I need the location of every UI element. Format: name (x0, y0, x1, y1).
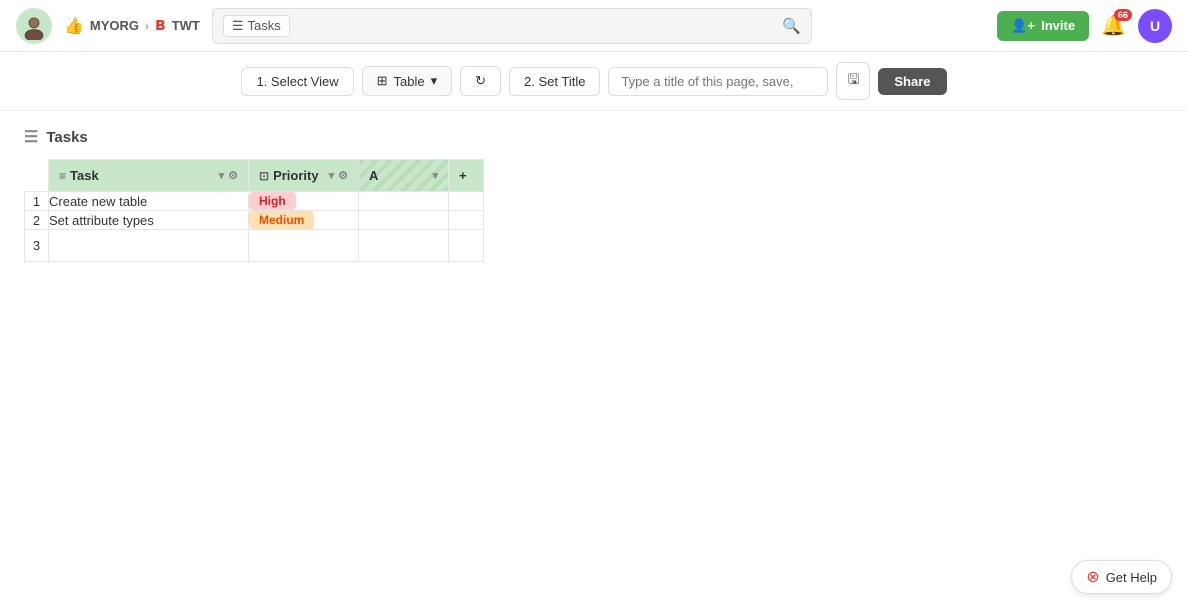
invite-button[interactable]: 👤+ Invite (997, 11, 1089, 41)
org-name[interactable]: MYORG (90, 18, 139, 33)
toolbar: 1. Select View ⊞ Table ▾ ↻ 2. Set Title … (0, 52, 1188, 111)
table-dropdown-icon: ▾ (431, 73, 438, 89)
a-col-arrow: ▾ (432, 169, 438, 182)
org-breadcrumb: 👍 MYORG › 𝗕 TWT (64, 16, 200, 36)
get-help-label: Get Help (1106, 570, 1157, 585)
help-icon: ⊗ (1086, 567, 1099, 587)
extra-cell-1 (449, 192, 484, 211)
task-text-2: Set attribute types (49, 213, 154, 228)
table-row: 1 Create new table High (25, 192, 484, 211)
search-input[interactable] (298, 18, 774, 33)
search-icon[interactable]: 🔍 (782, 17, 801, 35)
task-col-arrow: ▾ (219, 169, 225, 182)
data-table: ≡ Task ▾ ⚙ ⊡ Priority ▾ ⚙ (24, 159, 484, 262)
task-cell-3[interactable] (49, 230, 249, 262)
priority-col-arrow: ▾ (329, 169, 335, 182)
extra-cell-3 (449, 230, 484, 262)
save-button[interactable]: 🖫 (836, 62, 870, 100)
title-input[interactable] (608, 67, 828, 96)
col-task-label: Task (70, 168, 99, 183)
user-avatar[interactable]: U (1138, 9, 1172, 43)
row-number-3: 3 (25, 230, 49, 262)
a-cell-2[interactable] (359, 211, 449, 230)
list-icon: ☰ (24, 127, 38, 147)
redo-button[interactable]: ↻ (460, 66, 501, 96)
task-col-icon: ≡ (59, 169, 66, 183)
table-grid-icon: ⊞ (377, 73, 388, 89)
table-label: Table (394, 74, 425, 89)
task-cell-2[interactable]: Set attribute types (49, 211, 249, 230)
col-header-priority[interactable]: ⊡ Priority ▾ ⚙ (249, 160, 359, 192)
set-title-label-button[interactable]: 2. Set Title (509, 67, 600, 96)
invite-icon: 👤+ (1011, 18, 1035, 34)
save-icon: 🖫 (847, 71, 859, 87)
a-cell-1[interactable] (359, 192, 449, 211)
priority-badge-1: High (249, 192, 296, 210)
table-title-text: Tasks (46, 129, 87, 146)
task-text-1: Create new table (49, 194, 147, 209)
select-view-button[interactable]: 1. Select View (241, 67, 353, 96)
search-badge-label: Tasks (248, 18, 281, 33)
project-name[interactable]: TWT (172, 18, 200, 33)
share-button[interactable]: Share (878, 68, 946, 95)
notification-button[interactable]: 🔔 66 (1101, 13, 1126, 38)
task-col-settings-icon: ⚙ (228, 169, 238, 182)
row-number-2: 2 (25, 211, 49, 230)
a-cell-3[interactable] (359, 230, 449, 262)
priority-cell-3[interactable] (249, 230, 359, 262)
invite-label: Invite (1041, 18, 1075, 33)
table-section-title: ☰ Tasks (24, 127, 1164, 147)
task-cell-1[interactable]: Create new table (49, 192, 249, 211)
priority-cell-2[interactable]: Medium (249, 211, 359, 230)
add-column-button[interactable]: + (449, 160, 484, 192)
toolbar-table-group: ⊞ Table ▾ (362, 66, 453, 96)
set-title-label: 2. Set Title (524, 74, 585, 89)
col-header-a[interactable]: A ▾ (359, 160, 449, 192)
row-number-1: 1 (25, 192, 49, 211)
nav-right-actions: 👤+ Invite 🔔 66 U (997, 9, 1172, 43)
col-priority-label: Priority (273, 168, 319, 183)
main-content: ☰ Tasks ≡ Task ▾ ⚙ ⊡ Priority (0, 111, 1188, 278)
search-table-icon: ☰ (232, 18, 244, 34)
search-context-badge: ☰ Tasks (223, 15, 290, 37)
priority-col-icon: ⊡ (259, 169, 269, 183)
breadcrumb-arrow: › (145, 19, 149, 33)
table-view-button[interactable]: ⊞ Table ▾ (362, 66, 453, 96)
search-bar[interactable]: ☰ Tasks 🔍 (212, 8, 812, 44)
share-label: Share (894, 74, 930, 89)
col-a-label: A (369, 168, 378, 183)
avatar[interactable] (16, 8, 52, 44)
thumbs-up-icon: 👍 (64, 16, 84, 36)
extra-cell-2 (449, 211, 484, 230)
priority-cell-1[interactable]: High (249, 192, 359, 211)
toolbar-left-group: 1. Select View (241, 67, 353, 96)
project-icon: 𝗕 (155, 17, 166, 34)
get-help-button[interactable]: ⊗ Get Help (1071, 560, 1172, 594)
notification-badge: 66 (1114, 9, 1132, 21)
redo-icon: ↻ (475, 73, 486, 89)
col-header-task[interactable]: ≡ Task ▾ ⚙ (49, 160, 249, 192)
table-row: 3 (25, 230, 484, 262)
select-view-label: 1. Select View (256, 74, 338, 89)
toolbar-title-group: 2. Set Title (509, 67, 600, 96)
table-row: 2 Set attribute types Medium (25, 211, 484, 230)
top-nav: 👍 MYORG › 𝗕 TWT ☰ Tasks 🔍 👤+ Invite 🔔 66… (0, 0, 1188, 52)
priority-col-settings-icon: ⚙ (338, 169, 348, 182)
priority-badge-2: Medium (249, 211, 314, 229)
